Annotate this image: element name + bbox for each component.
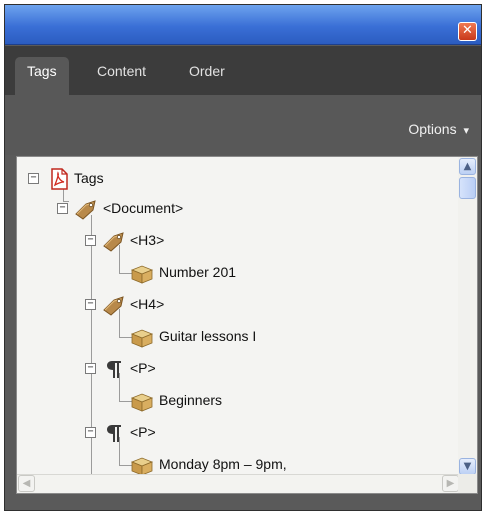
content-box-icon	[130, 457, 154, 476]
collapse-toggle[interactable]: −	[85, 235, 96, 246]
horizontal-scrollbar[interactable]: ◀ ▶	[17, 474, 460, 493]
chevron-down-icon: ▾	[463, 125, 469, 137]
scroll-left-button[interactable]: ◀	[18, 475, 35, 492]
tree-item-label: Monday 8pm – 9pm,	[159, 456, 287, 472]
tree-item-label: <Document>	[103, 200, 184, 216]
tag-icon	[103, 232, 124, 252]
pdf-icon	[51, 168, 68, 190]
tab-order[interactable]: Order	[177, 57, 237, 97]
collapse-toggle[interactable]: −	[57, 203, 68, 214]
options-menu-button[interactable]: Options ▾	[408, 121, 469, 137]
tags-tree: − Tags − <Document> − <H3> Number 201 − …	[17, 157, 460, 476]
tags-tree-container: − Tags − <Document> − <H3> Number 201 − …	[16, 156, 478, 494]
tree-item-p[interactable]: − <P>	[17, 421, 457, 445]
content-box-icon	[130, 329, 154, 348]
tree-item-label: Guitar lessons I	[159, 328, 257, 344]
scroll-up-button[interactable]: ▲	[459, 158, 476, 175]
tree-item-content[interactable]: Beginners	[17, 389, 457, 413]
tag-icon	[103, 296, 124, 316]
paragraph-icon	[107, 425, 121, 442]
options-bar: Options ▾	[5, 95, 481, 155]
content-box-icon	[130, 393, 154, 412]
tab-tags[interactable]: Tags	[15, 57, 69, 97]
tree-item-label: <P>	[130, 424, 156, 440]
collapse-toggle[interactable]: −	[28, 173, 39, 184]
paragraph-icon	[107, 361, 121, 378]
tree-item-label: <H4>	[130, 296, 165, 312]
panel-titlebar: ✕	[5, 5, 481, 45]
tags-panel: ✕ Tags Content Order Options ▾ − Tags − …	[4, 4, 482, 511]
tree-item-tags[interactable]: − Tags	[17, 167, 457, 191]
tab-content[interactable]: Content	[85, 57, 158, 97]
tree-item-h3[interactable]: − <H3>	[17, 229, 457, 253]
collapse-toggle[interactable]: −	[85, 299, 96, 310]
collapse-toggle[interactable]: −	[85, 363, 96, 374]
tree-item-p[interactable]: − <P>	[17, 357, 457, 381]
tree-item-label: Number 201	[159, 264, 237, 280]
tree-item-label: Tags	[74, 170, 104, 186]
tag-icon	[75, 200, 96, 220]
tree-item-label: <H3>	[130, 232, 165, 248]
tree-item-label: <P>	[130, 360, 156, 376]
tab-strip: Tags Content Order	[5, 46, 481, 97]
vertical-scrollbar[interactable]: ▲ ▼	[458, 157, 477, 476]
options-label: Options	[408, 121, 457, 137]
tree-item-content[interactable]: Monday 8pm – 9pm,	[17, 453, 457, 476]
scroll-right-button[interactable]: ▶	[442, 475, 459, 492]
collapse-toggle[interactable]: −	[85, 427, 96, 438]
tree-item-content[interactable]: Number 201	[17, 261, 457, 285]
tree-item-h4[interactable]: − <H4>	[17, 293, 457, 317]
tree-item-label: Beginners	[159, 392, 223, 408]
scrollbar-corner	[458, 474, 477, 493]
content-box-icon	[130, 265, 154, 284]
scroll-down-button[interactable]: ▼	[459, 458, 476, 475]
tree-item-document[interactable]: − <Document>	[17, 197, 457, 221]
close-button[interactable]: ✕	[458, 22, 477, 41]
scroll-thumb[interactable]	[459, 177, 476, 199]
tree-item-content[interactable]: Guitar lessons I	[17, 325, 457, 349]
